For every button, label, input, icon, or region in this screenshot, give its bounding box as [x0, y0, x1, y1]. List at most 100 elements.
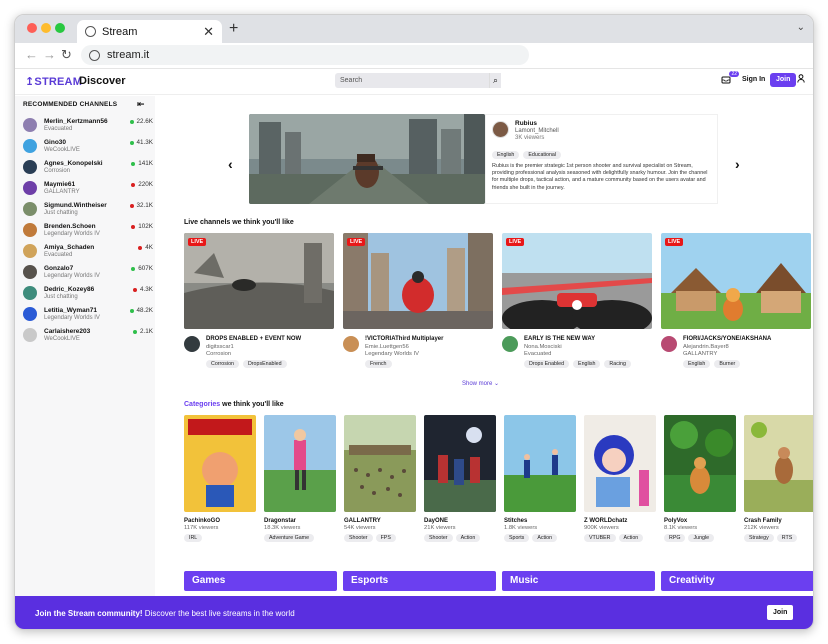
tag-chip[interactable]: FPS [375, 534, 396, 542]
category-cover[interactable] [744, 415, 813, 512]
tag-chip[interactable]: English [573, 360, 601, 368]
streamer-avatar[interactable] [502, 336, 518, 352]
reload-icon[interactable]: ↻ [61, 47, 72, 63]
streamer-name[interactable]: digitsscar1 [206, 344, 234, 350]
tag-chip[interactable]: English [492, 151, 520, 159]
category-cover[interactable] [504, 415, 576, 512]
category-cover[interactable] [184, 415, 256, 512]
tag-chip[interactable]: Action [455, 534, 481, 542]
tag-chip[interactable]: DropsEnabled [242, 360, 287, 368]
streamer-avatar[interactable] [184, 336, 200, 352]
minimize-window-icon[interactable] [41, 23, 51, 33]
tag-chip[interactable]: IRL [184, 534, 203, 542]
stream-title[interactable]: !VICTORIAThird Multiplayer [365, 336, 443, 342]
category-name[interactable]: PolyVox [664, 518, 687, 524]
tag-chip[interactable]: RTS [776, 534, 798, 542]
category-card[interactable]: Z WORLDchatz 900K viewers VTUBER Action [584, 415, 656, 545]
show-more-button[interactable]: Show more ⌄ [462, 380, 499, 387]
stream-game[interactable]: Legendary Worlds IV [365, 351, 419, 357]
category-cover[interactable] [264, 415, 336, 512]
live-channel-card[interactable]: LIVE EARLY IS THE NEW WAY Nona.Mosciski Eva… [502, 233, 652, 373]
collapse-sidebar-icon[interactable]: ⇤ [137, 99, 145, 110]
banner-join-button[interactable]: Join [767, 605, 794, 620]
category-card[interactable]: DayONE 21K viewers Shooter Action [424, 415, 496, 545]
stream-title[interactable]: DROPS ENABLED + EVENT NOW [206, 336, 301, 342]
stream-title[interactable]: EARLY IS THE NEW WAY [524, 336, 595, 342]
category-name[interactable]: DayONE [424, 518, 448, 524]
sidebar-channel-item[interactable]: Dedric_Kozey86 Just chatting 4.3K [23, 285, 153, 303]
live-channel-card[interactable]: LIVE FIORI/JACKS/YONE/AKSHANA Alejandrin.B… [661, 233, 811, 373]
tag-chip[interactable]: VTUBER [584, 534, 616, 542]
streamer-name[interactable]: Emie.Luettgen56 [365, 344, 409, 350]
search-input[interactable]: Search [335, 73, 501, 88]
carousel-next-icon[interactable]: › [735, 156, 740, 172]
category-card[interactable]: Stitches 1.8K viewers Sports Action [504, 415, 576, 545]
close-window-icon[interactable] [27, 23, 37, 33]
back-arrow-icon[interactable]: ← [25, 47, 38, 62]
sidebar-channel-item[interactable]: Carlaishere203 WeCookLIVE 2.1K [23, 327, 153, 345]
category-button-games[interactable]: Games [184, 571, 337, 591]
sidebar-channel-item[interactable]: Amiya_Schaden Evacuated 4K [23, 243, 153, 261]
tag-chip[interactable]: Corrosion [206, 360, 239, 368]
join-button[interactable]: Join [770, 73, 797, 87]
tag-chip[interactable]: Racing [604, 360, 631, 368]
tag-chip[interactable]: Strategy [744, 534, 774, 542]
streamer-avatar[interactable] [661, 336, 677, 352]
url-field[interactable]: stream.it [81, 45, 529, 65]
maximize-window-icon[interactable] [55, 23, 65, 33]
category-name[interactable]: Stitches [504, 518, 527, 524]
stream-title[interactable]: FIORI/JACKS/YONE/AKSHANA [683, 336, 771, 342]
featured-stream-card[interactable]: Rubius Lamont_Mitchell 3K viewers Englis… [485, 114, 718, 204]
category-button-music[interactable]: Music [502, 571, 655, 591]
tag-chip[interactable]: English [683, 360, 711, 368]
featured-stream-thumbnail[interactable] [249, 114, 485, 204]
category-card[interactable]: GALLANTRY 54K viewers Shooter FPS [344, 415, 416, 545]
category-name[interactable]: GALLANTRY [344, 518, 381, 524]
live-thumbnail[interactable]: LIVE [184, 233, 334, 329]
sign-in-button[interactable]: Sign In [737, 73, 770, 87]
forward-arrow-icon[interactable]: → [43, 47, 56, 62]
close-tab-icon[interactable]: ✕ [203, 24, 214, 40]
sidebar-channel-item[interactable]: Maymie61 GALLANTRY 220K [23, 180, 153, 198]
carousel-prev-icon[interactable]: ‹ [228, 156, 233, 172]
tag-chip[interactable]: Jungle [688, 534, 715, 542]
tag-chip[interactable]: Sports [504, 534, 530, 542]
user-icon[interactable] [797, 74, 805, 83]
stream-game[interactable]: GALLANTRY [683, 351, 717, 357]
category-cover[interactable] [424, 415, 496, 512]
notification-button[interactable]: 22 [721, 71, 739, 85]
tag-chip[interactable]: Drops Enabled [524, 360, 570, 368]
streamer-avatar[interactable] [343, 336, 359, 352]
categories-link[interactable]: Categories [184, 401, 220, 408]
stream-game[interactable]: Corrosion [206, 351, 231, 357]
sidebar-channel-item[interactable]: Letitia_Wyman71 Legendary Worlds IV 48.2K [23, 306, 153, 324]
category-card[interactable]: Crash Family 212K viewers Strategy RTS [744, 415, 813, 545]
tag-chip[interactable]: Action [618, 534, 644, 542]
tag-chip[interactable]: RPG [664, 534, 686, 542]
sidebar-channel-item[interactable]: Merlin_Kertzmann56 Evacuated 22.6K [23, 117, 153, 135]
browser-tab[interactable]: Stream ✕ [77, 20, 222, 43]
category-cover[interactable] [344, 415, 416, 512]
category-cover[interactable] [584, 415, 656, 512]
category-card[interactable]: PolyVox 8.1K viewers RPG Jungle [664, 415, 736, 545]
category-card[interactable]: PachinkoGO 117K viewers IRL [184, 415, 256, 545]
tag-chip[interactable]: French [365, 360, 392, 368]
stream-game[interactable]: Evacuated [524, 351, 551, 357]
sidebar-channel-item[interactable]: Gonzalo7 Legendary Worlds IV 607K [23, 264, 153, 282]
stream-logo[interactable]: ↥STREAM [25, 75, 82, 88]
sidebar-channel-item[interactable]: Gino30 WeCookLIVE 41.3K [23, 138, 153, 156]
search-icon[interactable]: ⌕ [489, 73, 501, 88]
live-channel-card[interactable]: LIVE DROPS ENABLED + EVENT NOW digitsscar1… [184, 233, 334, 373]
live-thumbnail[interactable]: LIVE [661, 233, 811, 329]
category-name[interactable]: PachinkoGO [184, 518, 220, 524]
category-name[interactable]: Crash Family [744, 518, 782, 524]
tag-chip[interactable]: Educational [523, 151, 562, 159]
tag-chip[interactable]: Action [532, 534, 558, 542]
category-cover[interactable] [664, 415, 736, 512]
featured-channel-name[interactable]: Rubius [515, 120, 537, 127]
category-button-esports[interactable]: Esports [343, 571, 496, 591]
tag-chip[interactable]: Adventure Game [264, 534, 315, 542]
sidebar-channel-item[interactable]: Sigmund.Wintheiser Just chatting 32.1K [23, 201, 153, 219]
tag-chip[interactable]: Burner [714, 360, 741, 368]
new-tab-icon[interactable]: + [229, 20, 238, 38]
